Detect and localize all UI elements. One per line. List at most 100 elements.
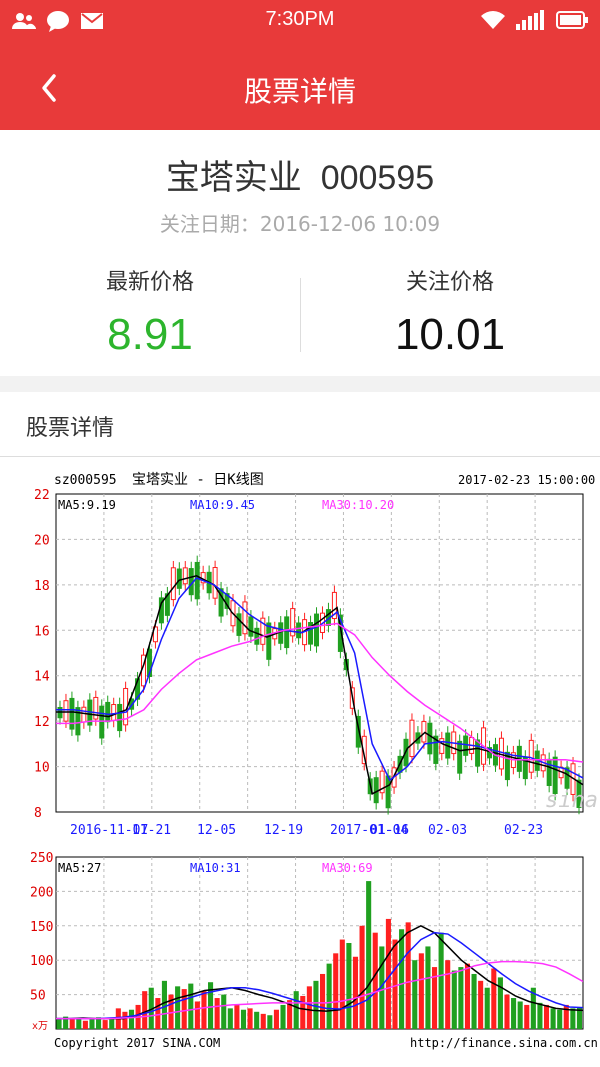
stock-info-card: 宝塔实业 000595 关注日期：2016-12-06 10:09 最新价格 8… (0, 130, 600, 376)
kline-chart: sz000595 宝塔实业 - 日K线图 2017-02-23 15:00:00 22… (30, 472, 598, 1050)
signal-icon (516, 10, 544, 30)
latest-price-label: 最新价格 (105, 270, 194, 295)
volume-bar (181, 989, 187, 1029)
volume-bar (366, 881, 372, 1029)
candle-body (81, 706, 87, 723)
volume-bar (142, 991, 148, 1029)
volume-legend-item: MA10:31 (190, 861, 241, 875)
volume-bar (188, 983, 194, 1029)
volume-bar (464, 963, 471, 1029)
volume-legend-item: MA5:27 (58, 861, 101, 875)
price-ytick-label: 14 (34, 670, 50, 685)
volume-bar (254, 1011, 260, 1029)
volume-bar (234, 1004, 240, 1029)
volume-bar (352, 956, 359, 1029)
price-xtick-label: 02-03 (428, 823, 467, 838)
volume-bar (418, 953, 424, 1029)
volume-bar (359, 925, 365, 1029)
volume-bar (339, 939, 345, 1029)
follow-price-block: 关注价格 10.01 (300, 264, 600, 360)
volume-bar (122, 1011, 128, 1029)
volume-bar (372, 932, 378, 1029)
price-xtick-label: 02-23 (504, 823, 543, 838)
price-xtick-label: 12-05 (197, 823, 236, 838)
volume-ytick-label: 200 (30, 885, 53, 900)
candle-body (170, 567, 176, 601)
candle-body (439, 738, 445, 754)
price-xtick-label: 12-19 (264, 823, 303, 838)
follow-price-value: 10.01 (394, 310, 506, 359)
candle-body (373, 777, 379, 804)
volume-ytick-label: 250 (30, 851, 53, 866)
volume-ytick-label: 150 (30, 920, 53, 935)
candle-body (236, 613, 242, 636)
candle-body (421, 721, 427, 743)
volume-bar (438, 932, 444, 1029)
volume-bar (517, 1001, 523, 1029)
latest-price-block: 最新价格 8.91 (0, 264, 300, 360)
candle-body (182, 567, 188, 585)
price-legend-item: MA10:9.45 (190, 498, 255, 512)
price-xtick-label: 11-21 (132, 823, 171, 838)
volume-bar (214, 998, 220, 1029)
volume-bar (293, 991, 299, 1029)
volume-bar (570, 1008, 576, 1029)
volume-bar (504, 994, 510, 1029)
wifi-icon (481, 11, 505, 29)
volume-bar (425, 946, 431, 1029)
volume-bar (471, 973, 477, 1029)
price-ytick-label: 12 (34, 715, 50, 730)
candle-body (248, 616, 254, 637)
battery-icon (556, 11, 588, 29)
volume-bar (76, 1017, 82, 1029)
price-ytick-label: 18 (34, 579, 50, 594)
candle-body (242, 601, 248, 635)
latest-price-value: 8.91 (107, 310, 193, 359)
candle-body (117, 703, 123, 732)
candle-body (278, 622, 284, 644)
volume-bar (333, 953, 339, 1029)
volume-bar (102, 1020, 108, 1029)
volume-bar (511, 998, 517, 1029)
volume-bar (557, 1009, 563, 1029)
volume-bar (320, 973, 326, 1029)
follow-date: 关注日期：2016-12-06 10:09 (159, 212, 441, 236)
candle-body (463, 735, 469, 756)
volume-bar (491, 968, 497, 1029)
volume-bar (399, 929, 405, 1029)
candle-body (284, 616, 290, 649)
candle-body (457, 740, 463, 774)
app-bar: 股票详情 (0, 44, 600, 130)
volume-bar (543, 1004, 550, 1029)
volume-bar (445, 960, 451, 1029)
volume-bar (524, 1004, 530, 1029)
volume-bar (128, 1009, 135, 1029)
volume-bar (247, 1008, 253, 1029)
candle-body (111, 704, 117, 721)
price-ytick-label: 8 (34, 806, 42, 821)
volume-bar (497, 977, 503, 1029)
chart-code: sz000595 (54, 473, 117, 488)
kline-chart-image: sz000595 宝塔实业 - 日K线图 2017-02-23 15:00:00 22… (0, 456, 600, 1056)
page-title: 股票详情 (243, 75, 356, 108)
candle-body (63, 700, 69, 722)
volume-bar (175, 986, 181, 1029)
volume-bar (260, 1013, 266, 1029)
candle-body (409, 719, 415, 758)
volume-bar (537, 1002, 543, 1029)
volume-ytick-label: 100 (30, 954, 53, 969)
volume-bar (478, 980, 484, 1029)
volume-bar (412, 960, 418, 1029)
volume-bar (89, 1019, 95, 1029)
candle-body (105, 701, 111, 723)
volume-bar (82, 1020, 88, 1029)
volume-bar (273, 1009, 279, 1029)
volume-bar (405, 922, 411, 1029)
volume-bar (280, 1004, 286, 1029)
stock-detail-section: 股票详情 sz000595 宝塔实业 - 日K线图 2017-02-23 15:00… (0, 392, 600, 1067)
candle-body (99, 705, 105, 739)
volume-bar (313, 980, 319, 1029)
candle-body (69, 697, 75, 730)
volume-bar (458, 967, 464, 1029)
candle-body (296, 622, 302, 639)
